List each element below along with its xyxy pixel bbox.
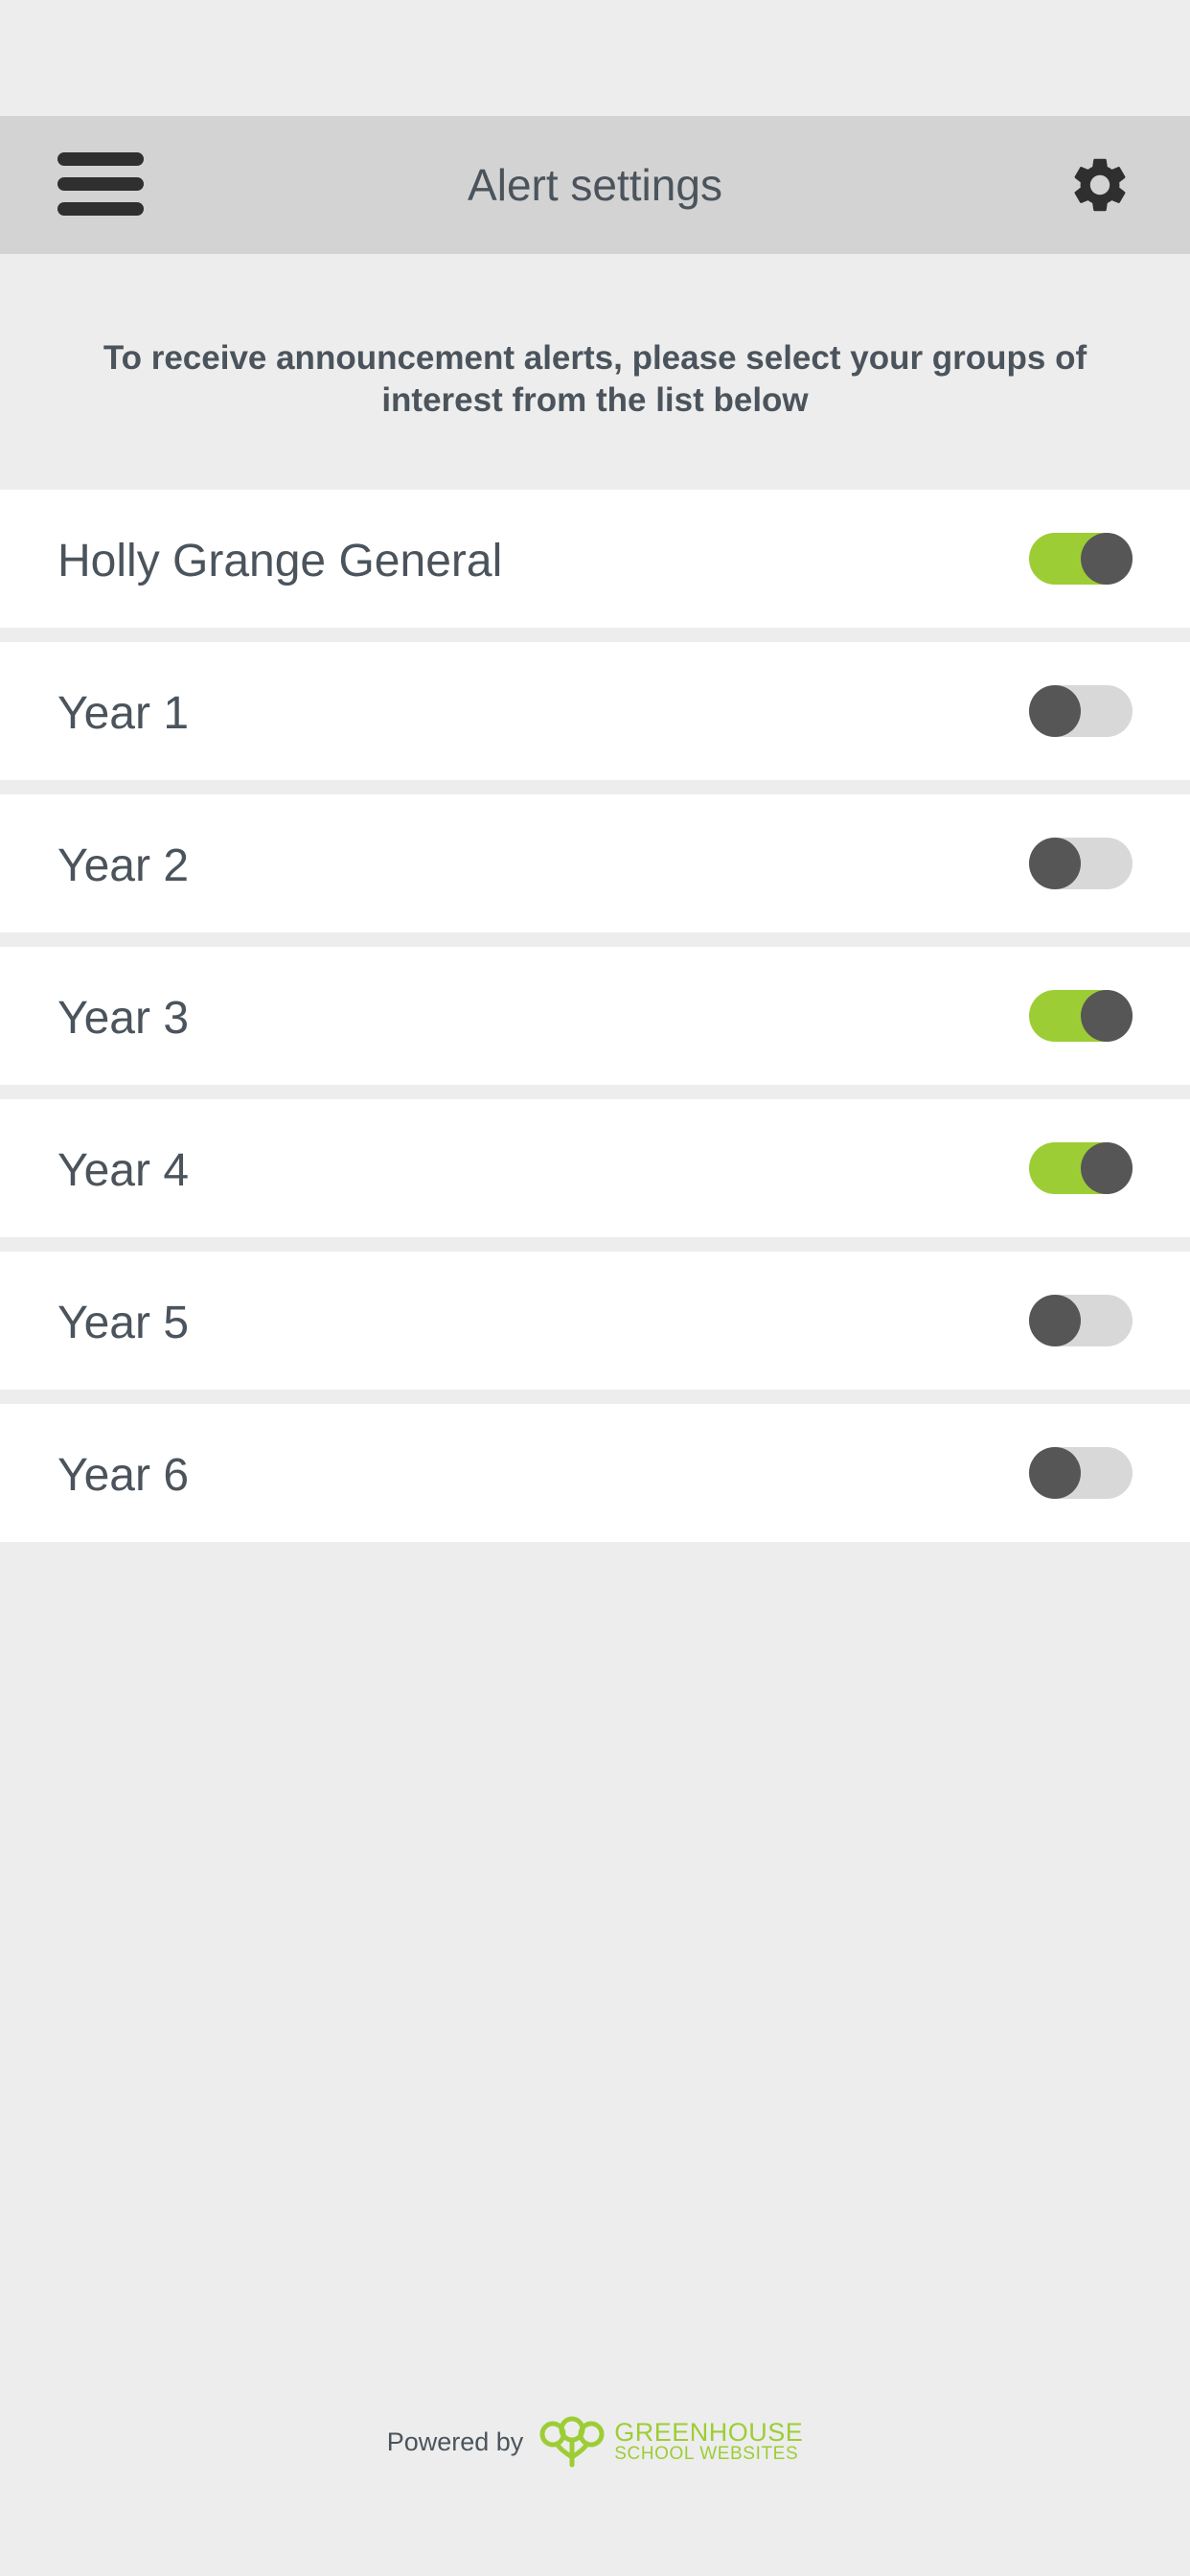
intro-text: To receive announcement alerts, please s… [103,339,1087,419]
group-row: Holly Grange General [0,490,1190,628]
group-row: Year 2 [0,794,1190,932]
group-toggle[interactable] [1029,990,1133,1042]
settings-button[interactable] [1067,152,1133,218]
group-toggle[interactable] [1029,1295,1133,1346]
powered-by-text: Powered by [386,2426,524,2456]
group-row: Year 6 [0,1404,1190,1542]
group-row: Year 3 [0,947,1190,1085]
footer: Powered by GREENHOUSE SCHOOL WEBSITES [0,2415,1190,2469]
app-header: Alert settings [0,116,1190,254]
toggle-knob [1029,1295,1081,1346]
greenhouse-logo-link[interactable]: GREENHOUSE SCHOOL WEBSITES [538,2415,804,2469]
toggle-knob [1029,838,1081,889]
group-row: Year 5 [0,1252,1190,1390]
greenhouse-logo-icon [539,2416,605,2468]
toggle-knob [1081,1142,1133,1194]
group-row: Year 4 [0,1099,1190,1237]
group-label: Holly Grange General [57,536,503,586]
group-toggle[interactable] [1029,1447,1133,1499]
toggle-knob [1081,990,1133,1042]
group-list: Holly Grange General Year 1 Year 2 Year … [0,490,1190,1556]
group-toggle[interactable] [1029,685,1133,737]
brand-line2: SCHOOL WEBSITES [614,2444,799,2464]
group-label: Year 2 [57,840,190,891]
toggle-knob [1029,685,1081,737]
group-toggle[interactable] [1029,533,1133,585]
page-title: Alert settings [468,160,722,210]
group-label: Year 6 [57,1450,190,1501]
status-bar-area [0,0,1190,116]
toggle-knob [1081,533,1133,585]
group-label: Year 5 [57,1298,190,1348]
group-toggle[interactable] [1029,838,1133,889]
brand-line1: GREENHOUSE [614,2418,804,2447]
gear-icon [1074,158,1126,212]
group-label: Year 4 [57,1145,190,1196]
group-label: Year 3 [57,993,190,1044]
toggle-knob [1029,1447,1081,1499]
group-toggle[interactable] [1029,1142,1133,1194]
group-label: Year 1 [57,688,190,739]
greenhouse-wordmark: GREENHOUSE SCHOOL WEBSITES [614,2420,803,2464]
group-row: Year 1 [0,642,1190,780]
menu-button[interactable] [57,152,144,216]
